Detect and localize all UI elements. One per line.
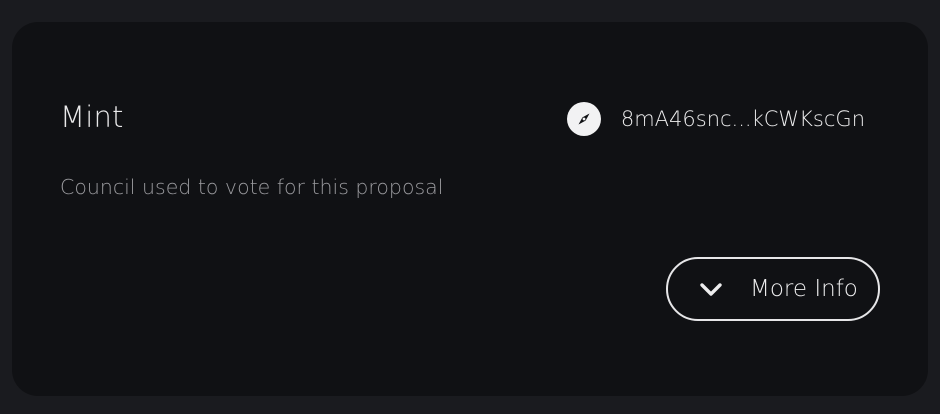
- mint-address: 8mA46snc...kCWKscGn: [620, 107, 865, 131]
- proposal-info-card: Mint 8mA46snc...kCWKscGn Council used to…: [12, 22, 928, 396]
- more-info-button[interactable]: More Info: [666, 257, 880, 321]
- card-description: Council used to vote for this proposal: [60, 175, 444, 199]
- chevron-down-icon: [696, 274, 726, 304]
- more-info-label: More Info: [750, 276, 858, 302]
- card-title: Mint: [60, 100, 124, 134]
- compass-icon: [566, 102, 601, 136]
- mint-address-link[interactable]: 8mA46snc...kCWKscGn: [566, 102, 865, 136]
